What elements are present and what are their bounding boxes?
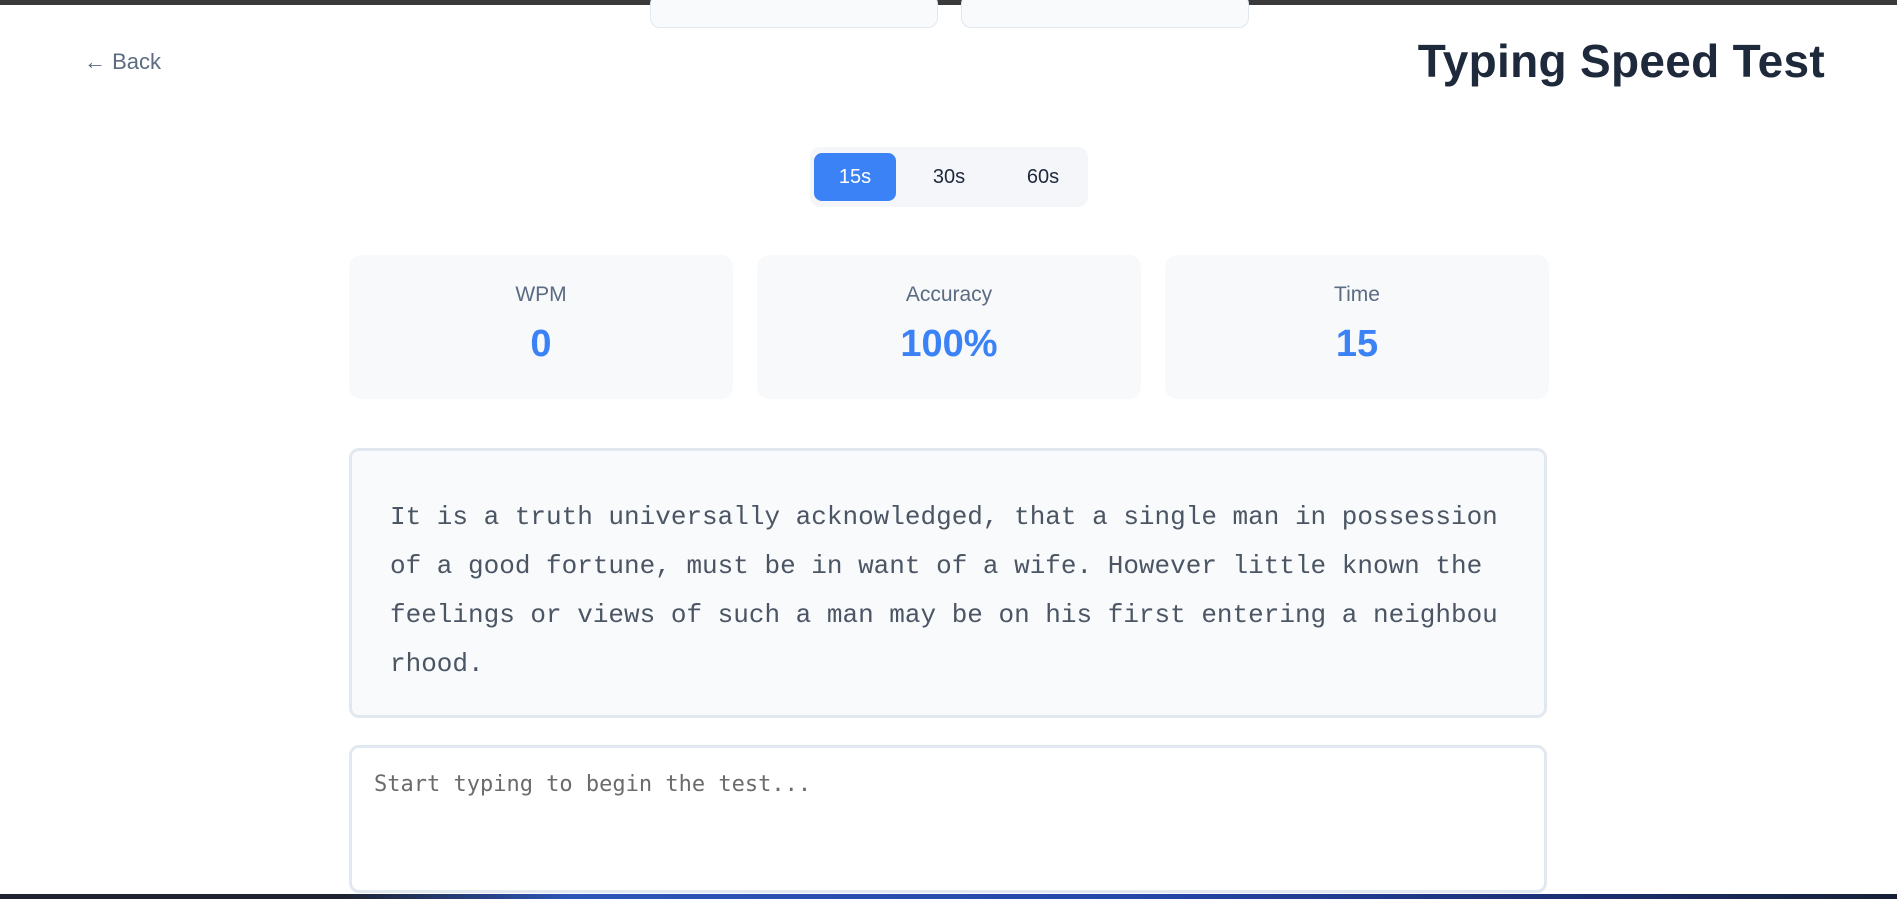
accuracy-label: Accuracy <box>905 283 993 306</box>
time-label: Time <box>1334 283 1380 306</box>
back-link[interactable]: ← Back <box>84 49 161 75</box>
offscreen-card <box>961 0 1249 28</box>
window-top-bar <box>0 0 1897 5</box>
duration-30s-button[interactable]: 30s <box>908 153 990 201</box>
passage-text: It is a truth universally acknowledged, … <box>390 502 1514 679</box>
wpm-value: 0 <box>530 323 552 365</box>
typing-input[interactable] <box>349 745 1547 893</box>
accuracy-stat-card: Accuracy 100% <box>757 255 1141 399</box>
duration-60s-button[interactable]: 60s <box>1002 153 1084 201</box>
duration-selector: 15s 30s 60s <box>810 147 1088 207</box>
taskbar-strip <box>0 894 1897 899</box>
time-value: 15 <box>1335 323 1379 365</box>
time-stat-card: Time 15 <box>1165 255 1549 399</box>
page-title: Typing Speed Test <box>1417 35 1825 87</box>
wpm-stat-card: WPM 0 <box>349 255 733 399</box>
accuracy-value: 100% <box>900 323 998 365</box>
passage-box: It is a truth universally acknowledged, … <box>349 448 1547 718</box>
offscreen-card <box>650 0 938 28</box>
duration-15s-button[interactable]: 15s <box>814 153 896 201</box>
wpm-label: WPM <box>515 283 567 306</box>
